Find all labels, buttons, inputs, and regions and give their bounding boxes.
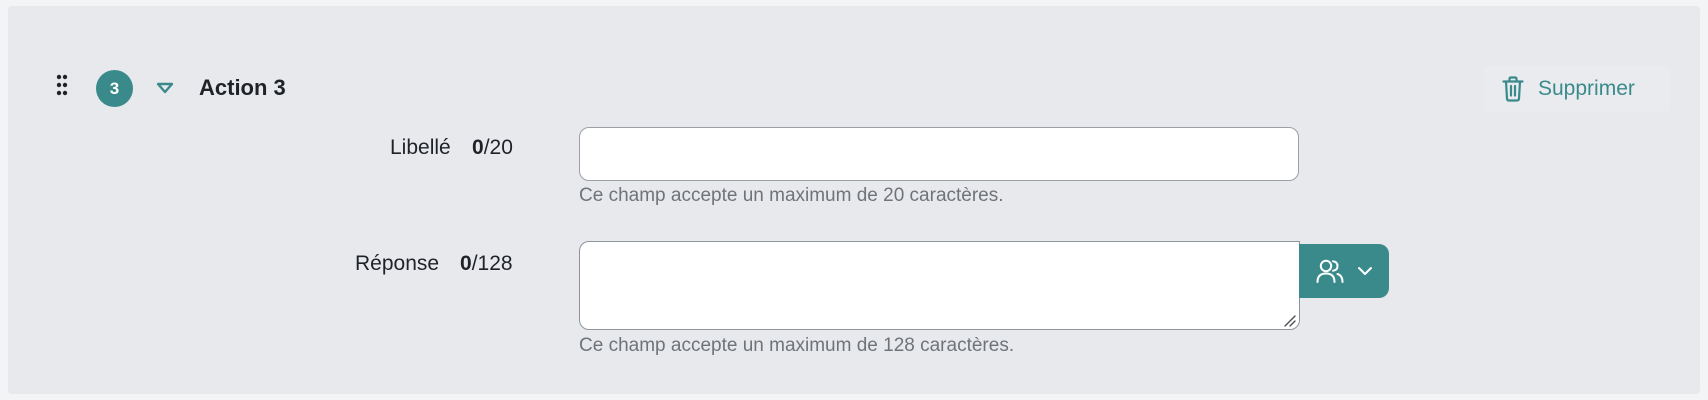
collapse-toggle[interactable] xyxy=(154,79,176,97)
response-char-max: /128 xyxy=(471,252,513,275)
label-char-counter: 0/20 xyxy=(472,134,513,162)
step-number-badge: 3 xyxy=(96,70,133,107)
delete-button-label: Supprimer xyxy=(1538,77,1635,100)
caret-down-icon xyxy=(156,82,174,94)
response-char-counter: 0/128 xyxy=(460,250,513,278)
resize-grip-icon[interactable] xyxy=(1282,313,1296,327)
delete-button[interactable]: Supprimer xyxy=(1484,66,1670,112)
label-field-name: Libellé xyxy=(390,136,451,159)
response-field-name: Réponse xyxy=(355,252,440,275)
users-icon xyxy=(1316,259,1343,283)
drag-handle-icon[interactable] xyxy=(56,74,68,96)
chevron-down-icon xyxy=(1357,267,1372,275)
response-hint: Ce champ accepte un maximum de 128 carac… xyxy=(579,335,1015,356)
response-char-count: 0 xyxy=(460,252,472,275)
label-char-max: /20 xyxy=(483,136,513,159)
trash-icon xyxy=(1502,76,1524,102)
label-input[interactable] xyxy=(579,127,1299,181)
action-title: Action 3 xyxy=(199,75,286,100)
label-char-count: 0 xyxy=(472,136,484,159)
response-textarea[interactable] xyxy=(579,241,1300,330)
insert-variable-button[interactable] xyxy=(1299,244,1389,298)
label-hint: Ce champ accepte un maximum de 20 caract… xyxy=(579,185,1004,206)
action-card: 3 Action 3 Supprimer Libellé 0/20 Ce cha… xyxy=(8,6,1700,394)
